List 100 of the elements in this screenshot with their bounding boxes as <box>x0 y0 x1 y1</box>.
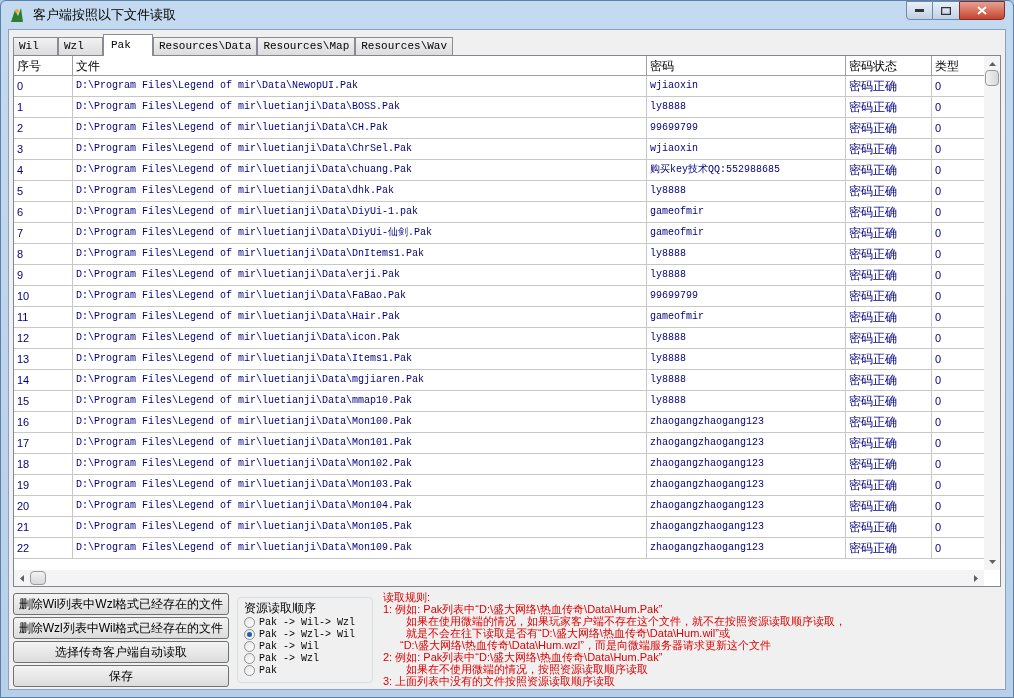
table-cell: D:\Program Files\Legend of mir\luetianji\Data\Mon101.Pak <box>73 433 647 453</box>
tab[interactable]: Wzl <box>58 37 103 55</box>
table-cell: 密码正确 <box>846 244 932 264</box>
table-cell: 7 <box>14 223 73 243</box>
table-cell: wjiaoxin <box>647 76 846 96</box>
action-button[interactable]: 选择传奇客户端自动读取 <box>13 641 229 663</box>
table-cell: 16 <box>14 412 73 432</box>
table-cell: 密码正确 <box>846 76 932 96</box>
table-cell: 密码正确 <box>846 370 932 390</box>
table-cell: 密码正确 <box>846 223 932 243</box>
column-header[interactable]: 密码状态 <box>846 56 932 75</box>
table-cell: 2 <box>14 118 73 138</box>
table-cell: ly8888 <box>647 370 846 390</box>
action-button[interactable]: 删除Wil列表中Wzl格式已经存在的文件 <box>13 593 229 615</box>
group-title: 资源读取顺序 <box>244 600 317 616</box>
table-cell: 20 <box>14 496 73 516</box>
table-cell: 3 <box>14 139 73 159</box>
table-cell: 99699799 <box>647 118 846 138</box>
maximize-button[interactable] <box>933 1 959 20</box>
tab[interactable]: Resources\Data <box>153 37 258 55</box>
app-icon <box>9 6 25 24</box>
table-cell: ly8888 <box>647 244 846 264</box>
table-cell: D:\Program Files\Legend of mir\luetianji\Data\BOSS.Pak <box>73 97 647 117</box>
radio-button[interactable] <box>244 664 255 676</box>
table-cell: 9 <box>14 265 73 285</box>
scroll-up-icon <box>988 62 996 66</box>
radio-button[interactable] <box>244 616 255 628</box>
table-cell: 5 <box>14 181 73 201</box>
table-cell: ly8888 <box>647 391 846 411</box>
table-cell: zhaogangzhaogang123 <box>647 538 846 558</box>
table-cell: 密码正确 <box>846 118 932 138</box>
action-button[interactable]: 删除Wzl列表中Wil格式已经存在的文件 <box>13 617 229 639</box>
horizontal-scrollbar[interactable] <box>14 570 984 586</box>
table-cell: 密码正确 <box>846 475 932 495</box>
scroll-down-icon <box>988 560 996 564</box>
window-title: 客户端按照以下文件读取 <box>33 6 176 25</box>
table-cell: zhaogangzhaogang123 <box>647 454 846 474</box>
table-cell: gameofmir <box>647 223 846 243</box>
table-cell: 密码正确 <box>846 412 932 432</box>
table-cell: D:\Program Files\Legend of mir\luetianji\Data\Mon102.Pak <box>73 454 647 474</box>
rule-text: 就是不会在往下读取是否有“D:\盛大网络\热血传奇\Data\Hum.wil”或 <box>405 627 730 639</box>
table-cell: 密码正确 <box>846 181 932 201</box>
tab[interactable]: Resources\Map <box>257 37 356 55</box>
table-cell: 8 <box>14 244 73 264</box>
table-cell: 19 <box>14 475 73 495</box>
table-cell: 14 <box>14 370 73 390</box>
table-cell: D:\Program Files\Legend of mir\luetianji\Data\erji.Pak <box>73 265 647 285</box>
table-cell: D:\Program Files\Legend of mir\luetianji\Data\DnItems1.Pak <box>73 244 647 264</box>
table-cell: D:\Program Files\Legend of mir\luetianji\Data\FaBao.Pak <box>73 286 647 306</box>
table-cell: zhaogangzhaogang123 <box>647 475 846 495</box>
table-cell: D:\Program Files\Legend of mir\Data\NewopUI.Pak <box>73 76 647 96</box>
table-cell: D:\Program Files\Legend of mir\luetianji\Data\dhk.Pak <box>73 181 647 201</box>
close-button[interactable] <box>959 1 1005 20</box>
tab[interactable]: Resources\Wav <box>355 37 454 55</box>
radio-button[interactable] <box>244 640 255 652</box>
column-header[interactable]: 序号 <box>14 56 73 75</box>
column-header[interactable]: 文件 <box>73 56 647 75</box>
rule-text: 1: 例如: Pak列表中“D:\盛大网络\热血传奇\Data\Hum.Pak” <box>383 603 664 615</box>
scroll-left-icon <box>20 574 24 582</box>
table-cell: ly8888 <box>647 265 846 285</box>
table-cell: 密码正确 <box>846 160 932 180</box>
table-cell: 10 <box>14 286 73 306</box>
table-cell: D:\Program Files\Legend of mir\luetianji\Data\DiyUi-1.pak <box>73 202 647 222</box>
table-cell: D:\Program Files\Legend of mir\luetianji\Data\Mon109.Pak <box>73 538 647 558</box>
table-cell: 密码正确 <box>846 139 932 159</box>
table-cell: D:\Program Files\Legend of mir\luetianji\Data\Items1.Pak <box>73 349 647 369</box>
rule-text: 如果在不使用微端的情况，按照资源读取顺序读取 <box>406 663 649 675</box>
table-cell: D:\Program Files\Legend of mir\luetianji\Data\mgjiaren.Pak <box>73 370 647 390</box>
table-cell: 18 <box>14 454 73 474</box>
table-cell: 4 <box>14 160 73 180</box>
scrollbar-thumb[interactable] <box>30 571 46 585</box>
table-cell: 21 <box>14 517 73 537</box>
rule-text: 2: 例如: Pak列表中“D:\盛大网络\热血传奇\Data\Hum.Pak” <box>383 651 663 663</box>
action-button[interactable]: 保存 <box>13 665 229 687</box>
table-cell: D:\Program Files\Legend of mir\luetianji\Data\chuang.Pak <box>73 160 647 180</box>
radio-button[interactable] <box>244 652 255 664</box>
table-cell: 密码正确 <box>846 286 932 306</box>
table-cell: 12 <box>14 328 73 348</box>
table-cell: zhaogangzhaogang123 <box>647 517 846 537</box>
table-cell: 22 <box>14 538 73 558</box>
table-cell: 密码正确 <box>846 391 932 411</box>
table-cell: zhaogangzhaogang123 <box>647 496 846 516</box>
scrollbar-thumb[interactable] <box>985 70 999 86</box>
table-cell: 密码正确 <box>846 517 932 537</box>
table-cell: ly8888 <box>647 349 846 369</box>
column-header[interactable]: 密码 <box>647 56 846 75</box>
tab[interactable]: Pak <box>103 34 153 56</box>
tab[interactable]: Wil <box>13 37 58 55</box>
table-cell: 6 <box>14 202 73 222</box>
table-cell: 密码正确 <box>846 433 932 453</box>
table-cell: 15 <box>14 391 73 411</box>
table-cell: D:\Program Files\Legend of mir\luetianji\Data\Mon103.Pak <box>73 475 647 495</box>
close-icon <box>977 6 987 15</box>
radio-button[interactable] <box>244 628 255 640</box>
minimize-button[interactable] <box>906 1 933 20</box>
table-cell: 购买key技术QQ:552988685 <box>647 160 846 180</box>
vertical-scrollbar[interactable] <box>984 56 1000 570</box>
table-cell: D:\Program Files\Legend of mir\luetianji\Data\icon.Pak <box>73 328 647 348</box>
table-cell: gameofmir <box>647 202 846 222</box>
table-cell: zhaogangzhaogang123 <box>647 412 846 432</box>
